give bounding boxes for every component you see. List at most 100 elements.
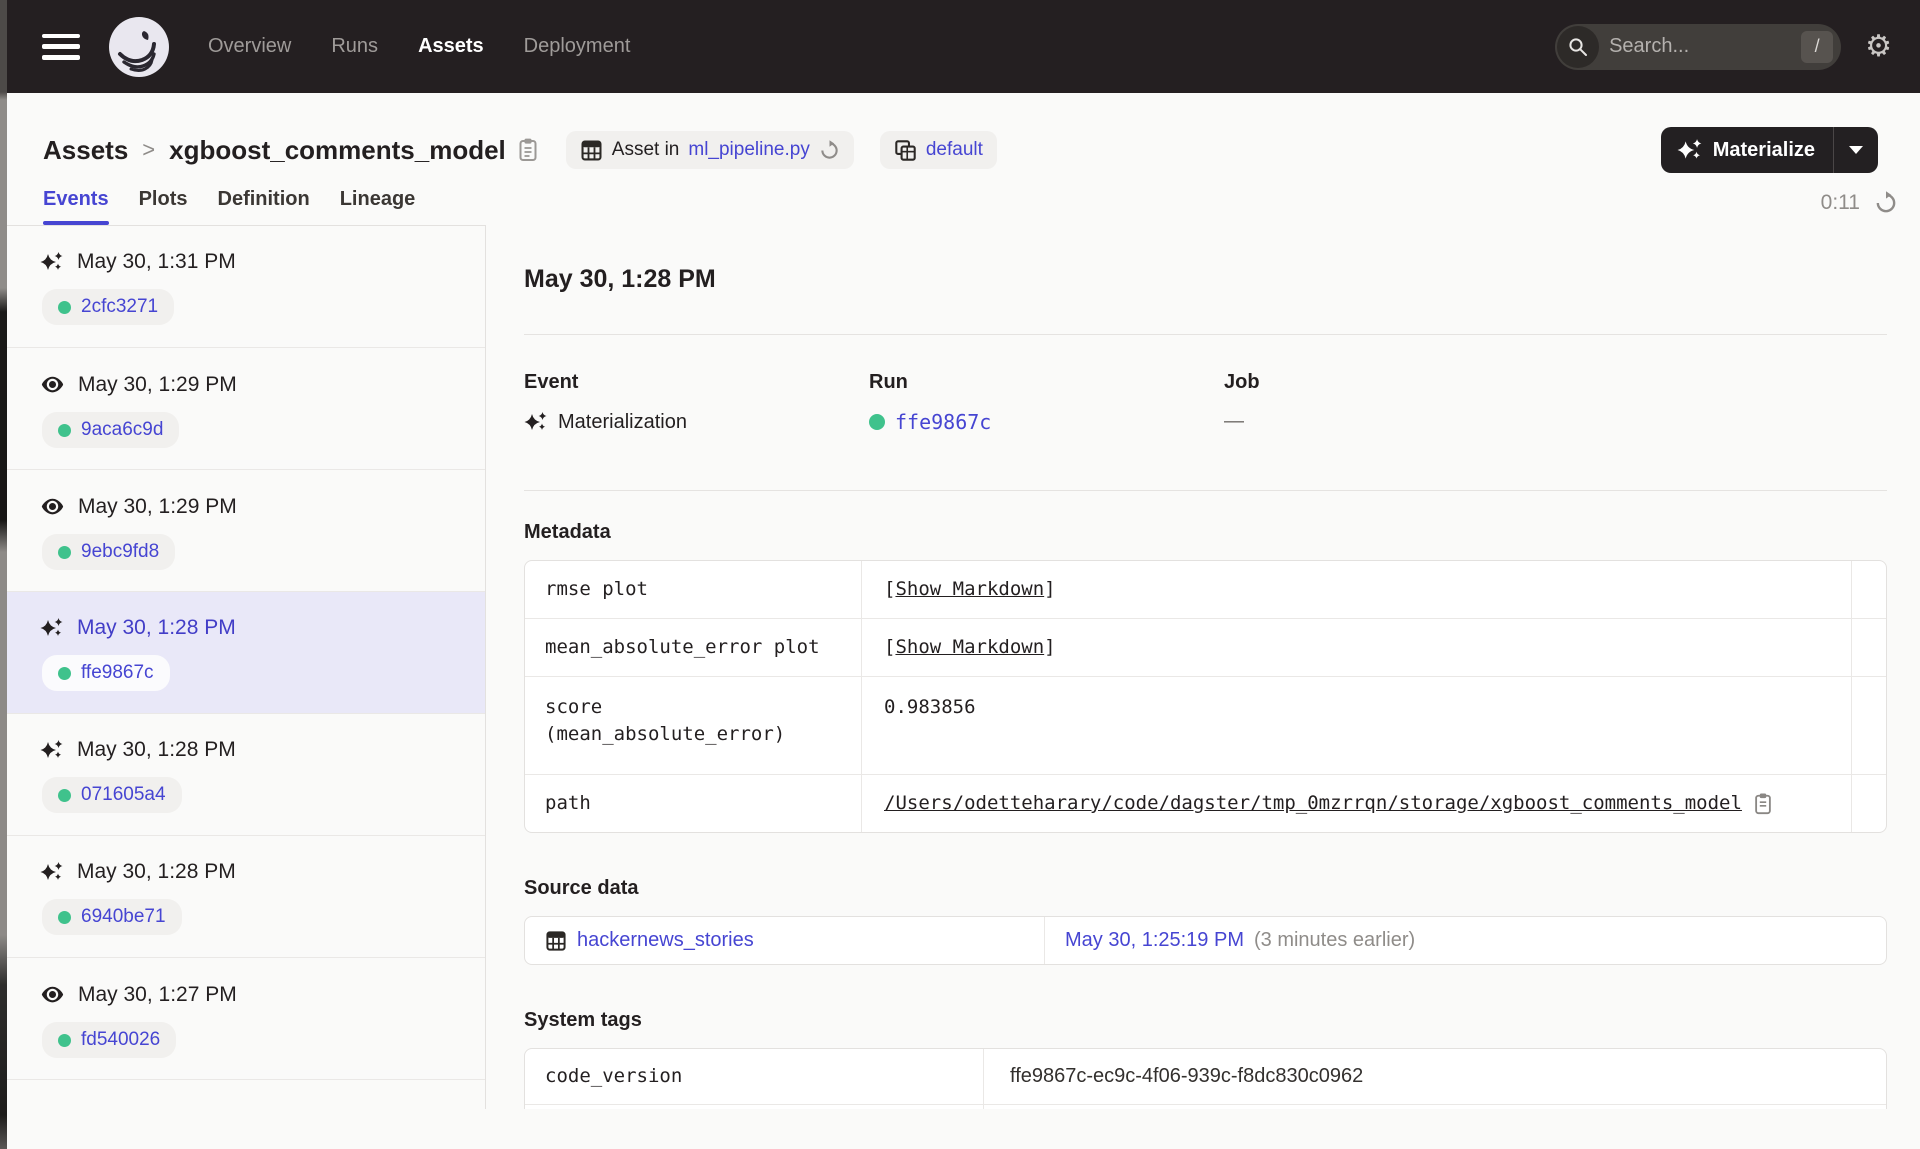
materialize-button[interactable]: Materialize [1661,127,1834,173]
metadata-link[interactable]: Show Markdown [895,578,1044,600]
system-tag-value [984,1105,1886,1109]
system-tag-row: code_version ffe9867c-ec9c-4f06-939c-f8d… [525,1049,1886,1105]
asset-header: Assets > xgboost_comments_model Asset in… [0,93,1920,173]
source-data-table: hackernews_stories May 30, 1:25:19 PM (3… [524,916,1887,965]
asset-tabs: Events Plots Definition Lineage [43,188,415,225]
metadata-row: mean_absolute_error plot [Show Markdown] [525,619,1886,677]
job-label: Job [1224,371,1260,393]
search-shortcut-badge: / [1801,30,1834,63]
repo-default-link[interactable]: default [926,139,983,161]
event-type-value: Materialization [558,410,687,433]
source-data-row: hackernews_stories May 30, 1:25:19 PM (3… [525,917,1886,964]
tab-definition[interactable]: Definition [218,188,310,225]
job-value: — [1224,410,1244,432]
run-status-dot [58,1033,71,1047]
dagster-logo-icon[interactable] [108,16,170,78]
search-box[interactable]: / [1555,23,1842,70]
nav-item-deployment[interactable]: Deployment [524,35,631,58]
metadata-key: rmse plot [525,561,862,618]
metadata-value: [Show Markdown] [884,636,1056,658]
settings-gear-icon[interactable]: ⚙ [1865,31,1892,62]
event-list-item[interactable]: May 30, 1:27 PM fd540026 [0,958,485,1080]
run-id-badge[interactable]: 071605a4 [42,777,182,813]
event-timestamp: May 30, 1:28 PM [77,616,236,639]
metadata-table: rmse plot [Show Markdown] mean_absolute_… [524,560,1887,833]
system-tag-key: code_version [525,1049,984,1104]
event-list-item[interactable]: May 30, 1:29 PM 9aca6c9d [0,348,485,470]
materialize-dropdown-button[interactable] [1834,127,1878,173]
materialize-sparkle-icon [1677,137,1703,163]
metadata-action-column [1851,677,1886,774]
breadcrumb-assets-link[interactable]: Assets [43,135,128,166]
breadcrumb: Assets > xgboost_comments_model [43,135,506,166]
metadata-link[interactable]: /Users/odetteharary/code/dagster/tmp_0mz… [884,792,1742,814]
reload-definitions-icon[interactable] [819,139,840,161]
nav-item-assets[interactable]: Assets [418,35,484,58]
run-id-link[interactable]: ffe9867c [895,410,991,434]
nav-item-overview[interactable]: Overview [208,35,291,58]
event-detail-panel: May 30, 1:28 PM Event Materialization Ru… [486,225,1920,1109]
event-list-item[interactable]: May 30, 1:28 PM 6940be71 [0,836,485,958]
search-input[interactable] [1609,35,1770,58]
run-id-badge[interactable]: ffe9867c [42,655,170,691]
event-list-item[interactable]: May 30, 1:28 PM 071605a4 [0,714,485,836]
metadata-row: rmse plot [Show Markdown] [525,561,1886,619]
run-status-dot [58,666,71,680]
copy-path-icon[interactable] [1752,790,1774,816]
asset-table-icon [545,930,567,952]
tab-lineage[interactable]: Lineage [340,188,416,225]
run-id-badge[interactable]: 9ebc9fd8 [42,534,176,570]
metadata-key: score (mean_absolute_error) [525,677,862,774]
observation-eye-icon [40,982,65,1007]
run-status-dot [58,300,71,314]
run-status-dot [58,423,71,437]
metadata-row: path /Users/odetteharary/code/dagster/tm… [525,775,1886,832]
run-id-link: 6940be71 [81,906,166,927]
source-data-heading: Source data [524,877,639,899]
event-list-item[interactable]: May 30, 1:28 PM ffe9867c [0,592,485,714]
run-id-badge[interactable]: 6940be71 [42,899,182,935]
run-id-badge[interactable]: 9aca6c9d [42,412,180,448]
event-list-item[interactable]: May 30, 1:29 PM 9ebc9fd8 [0,470,485,592]
run-id-link: 2cfc3271 [81,296,159,317]
tab-events[interactable]: Events [43,188,109,225]
run-label: Run [869,371,908,393]
run-id-link: 9ebc9fd8 [81,541,160,562]
run-id-badge[interactable]: 2cfc3271 [42,289,175,325]
metadata-action-column [1851,775,1886,832]
event-list-sidebar: May 30, 1:31 PM 2cfc3271 May 30, 1:29 PM… [0,225,486,1109]
event-summary: Event Materialization Run ffe9867c Job — [524,371,1887,434]
metadata-action-column [1851,561,1886,618]
system-tag-value: ffe9867c-ec9c-4f06-939c-f8dc830c0962 [1010,1065,1364,1087]
run-id-badge[interactable]: fd540026 [42,1022,177,1058]
screenshot-edge-artifact [0,0,7,1149]
run-status-dot [869,414,885,430]
pipeline-file-link[interactable]: ml_pipeline.py [688,139,809,161]
event-detail-heading: May 30, 1:28 PM [524,265,716,293]
nav-links: Overview Runs Assets Deployment [208,35,630,58]
asset-tabs-row: Events Plots Definition Lineage 0:11 [0,173,1920,225]
metadata-key: mean_absolute_error plot [525,619,862,676]
nav-item-runs[interactable]: Runs [331,35,378,58]
materialization-icon [40,738,64,762]
hamburger-menu-icon[interactable] [42,33,80,60]
asset-in-badge: Asset in ml_pipeline.py [565,131,854,169]
source-asset-link[interactable]: hackernews_stories [577,929,754,952]
metadata-row: score (mean_absolute_error) 0.983856 [525,677,1886,775]
refresh-icon[interactable] [1874,191,1898,215]
run-status-dot [58,910,71,924]
metadata-heading: Metadata [524,521,611,543]
run-id-link: fd540026 [81,1029,161,1050]
event-timestamp: May 30, 1:28 PM [77,860,236,883]
metadata-value: /Users/odetteharary/code/dagster/tmp_0mz… [862,775,1851,832]
source-timestamp-link[interactable]: May 30, 1:25:19 PM [1065,929,1244,952]
copy-asset-name-icon[interactable] [516,137,540,163]
metadata-value: [Show Markdown] [884,578,1056,600]
run-id-link: ffe9867c [81,662,154,683]
observation-eye-icon [40,494,65,519]
breadcrumb-separator: > [142,137,156,162]
event-list-item[interactable]: May 30, 1:31 PM 2cfc3271 [0,226,485,348]
metadata-link[interactable]: Show Markdown [895,636,1044,658]
tab-plots[interactable]: Plots [139,188,188,225]
materialize-split-button: Materialize [1660,127,1878,173]
